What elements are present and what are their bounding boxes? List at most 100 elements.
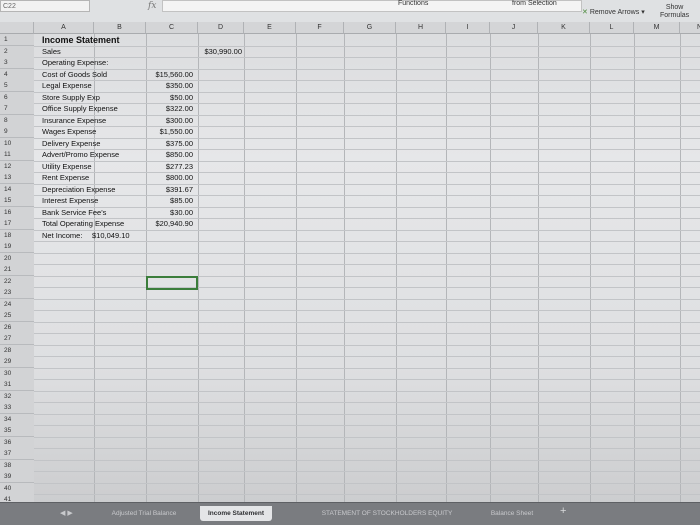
- cell-expense-label[interactable]: Depreciation Expense: [42, 184, 115, 196]
- cell-expense-label[interactable]: Advert/Promo Expense: [42, 149, 119, 161]
- row-header-35[interactable]: 35: [0, 425, 34, 437]
- cell-net-income-value[interactable]: $10,049.10: [92, 230, 130, 242]
- row-header-22[interactable]: 22: [0, 275, 34, 288]
- row-header-30[interactable]: 30: [0, 367, 34, 380]
- row-header-1[interactable]: 1: [0, 34, 34, 46]
- column-header-k[interactable]: K: [538, 22, 590, 34]
- cell-expense-value[interactable]: $375.00: [146, 138, 193, 150]
- cell-expense-label[interactable]: Rent Expense: [42, 172, 89, 184]
- column-header-a[interactable]: A: [34, 22, 94, 34]
- cell-sales-value[interactable]: $30,990.00: [198, 46, 242, 58]
- row-header-7[interactable]: 7: [0, 103, 34, 115]
- create-from-selection-label[interactable]: from Selection: [512, 0, 557, 7]
- sheet-tab[interactable]: Income Statement: [200, 506, 272, 521]
- cell-expense-value[interactable]: $850.00: [146, 149, 193, 161]
- column-header-n[interactable]: N: [680, 22, 700, 34]
- column-header-b[interactable]: B: [94, 22, 146, 34]
- row-header-16[interactable]: 16: [0, 206, 34, 219]
- row-header-14[interactable]: 14: [0, 183, 34, 196]
- row-header-2[interactable]: 2: [0, 45, 34, 58]
- row-header-23[interactable]: 23: [0, 287, 34, 299]
- column-header-j[interactable]: J: [490, 22, 538, 34]
- row-header-11[interactable]: 11: [0, 149, 34, 161]
- cell-expense-value[interactable]: $322.00: [146, 103, 193, 115]
- cell-expense-label[interactable]: Bank Service Fee's: [42, 207, 106, 219]
- remove-arrows-button[interactable]: ✕ Remove Arrows ▾: [582, 8, 645, 16]
- row-header-40[interactable]: 40: [0, 482, 34, 495]
- cell-expense-value[interactable]: $1,550.00: [146, 126, 193, 138]
- row-header-28[interactable]: 28: [0, 344, 34, 357]
- cell-title[interactable]: Income Statement: [42, 34, 120, 46]
- cell-expense-label[interactable]: Utility Expense: [42, 161, 92, 173]
- row-header-26[interactable]: 26: [0, 321, 34, 334]
- cell-expense-value[interactable]: $277.23: [146, 161, 193, 173]
- row-header-38[interactable]: 38: [0, 459, 34, 472]
- row-header-27[interactable]: 27: [0, 333, 34, 345]
- row-header-18[interactable]: 18: [0, 229, 34, 242]
- column-header-f[interactable]: F: [296, 22, 344, 34]
- cell-sales-label[interactable]: Sales: [42, 46, 61, 58]
- row-header-15[interactable]: 15: [0, 195, 34, 207]
- row-header-33[interactable]: 33: [0, 402, 34, 414]
- row-header-39[interactable]: 39: [0, 471, 34, 483]
- row-header-6[interactable]: 6: [0, 91, 34, 104]
- cell-expense-value[interactable]: $15,560.00: [146, 69, 193, 81]
- cell-net-income-label[interactable]: Net Income:: [42, 230, 82, 242]
- row-header-31[interactable]: 31: [0, 379, 34, 391]
- column-header-i[interactable]: I: [446, 22, 490, 34]
- cell-operating-label[interactable]: Operating Expense:: [42, 57, 108, 69]
- column-header-e[interactable]: E: [244, 22, 296, 34]
- row-header-37[interactable]: 37: [0, 448, 34, 460]
- column-header-d[interactable]: D: [198, 22, 244, 34]
- row-header-17[interactable]: 17: [0, 218, 34, 230]
- cell-expense-value[interactable]: $30.00: [146, 207, 193, 219]
- row-header-36[interactable]: 36: [0, 436, 34, 449]
- row-header-5[interactable]: 5: [0, 80, 34, 92]
- name-box[interactable]: C22: [0, 0, 90, 12]
- cell-expense-label[interactable]: Office Supply Expense: [42, 103, 118, 115]
- add-sheet-button[interactable]: +: [560, 505, 566, 517]
- spreadsheet-grid[interactable]: A B C D E F G H I J K L M N 1 2 3 4 5 6 7 8 9 10 11 12 13 14 15 16 17 1…: [0, 22, 700, 502]
- cell-expense-value[interactable]: $50.00: [146, 92, 193, 104]
- row-header-29[interactable]: 29: [0, 356, 34, 368]
- row-header-25[interactable]: 25: [0, 310, 34, 322]
- row-header-9[interactable]: 9: [0, 126, 34, 138]
- sheet-tab[interactable]: Balance Sheet: [478, 506, 546, 521]
- row-header-13[interactable]: 13: [0, 172, 34, 184]
- cell-expense-label[interactable]: Insurance Expense: [42, 115, 106, 127]
- row-header-19[interactable]: 19: [0, 241, 34, 253]
- cell-expense-label[interactable]: Cost of Goods Sold: [42, 69, 107, 81]
- column-header-l[interactable]: L: [590, 22, 634, 34]
- cell-expense-label[interactable]: Legal Expense: [42, 80, 92, 92]
- select-all-corner[interactable]: [0, 22, 34, 34]
- cell-expense-label[interactable]: Interest Expense: [42, 195, 98, 207]
- show-formulas-button[interactable]: Show Formulas: [660, 4, 689, 20]
- cell-expense-value[interactable]: $85.00: [146, 195, 193, 207]
- cell-total-label[interactable]: Total Operating Expense: [42, 218, 124, 230]
- sheet-tab[interactable]: STATEMENT OF STOCKHOLDERS EQUITY: [300, 506, 474, 521]
- column-header-g[interactable]: G: [344, 22, 396, 34]
- row-header-3[interactable]: 3: [0, 57, 34, 69]
- cell-expense-value[interactable]: $350.00: [146, 80, 193, 92]
- column-header-c[interactable]: C: [146, 22, 198, 34]
- cell-expense-value[interactable]: $800.00: [146, 172, 193, 184]
- cell-expense-value[interactable]: $300.00: [146, 115, 193, 127]
- cell-total-value[interactable]: $20,940.90: [146, 218, 193, 230]
- tab-scroll-arrows-icon[interactable]: ◀ ▶: [60, 509, 73, 517]
- row-header-41[interactable]: 41: [0, 494, 34, 502]
- column-header-m[interactable]: M: [634, 22, 680, 34]
- cell-expense-label[interactable]: Wages Expense: [42, 126, 96, 138]
- fx-icon[interactable]: fx: [148, 1, 156, 11]
- functions-label[interactable]: Functions: [398, 0, 428, 7]
- row-header-20[interactable]: 20: [0, 252, 34, 265]
- cell-expense-label[interactable]: Store Supply Exp: [42, 92, 100, 104]
- row-header-24[interactable]: 24: [0, 298, 34, 311]
- sheet-tab[interactable]: Adjusted Trial Balance: [86, 506, 202, 521]
- selected-cell-outline[interactable]: [146, 275, 198, 290]
- row-header-8[interactable]: 8: [0, 114, 34, 127]
- cell-expense-label[interactable]: Delivery Expense: [42, 138, 100, 150]
- row-header-21[interactable]: 21: [0, 264, 34, 276]
- row-header-12[interactable]: 12: [0, 160, 34, 173]
- column-header-h[interactable]: H: [396, 22, 446, 34]
- row-header-32[interactable]: 32: [0, 390, 34, 403]
